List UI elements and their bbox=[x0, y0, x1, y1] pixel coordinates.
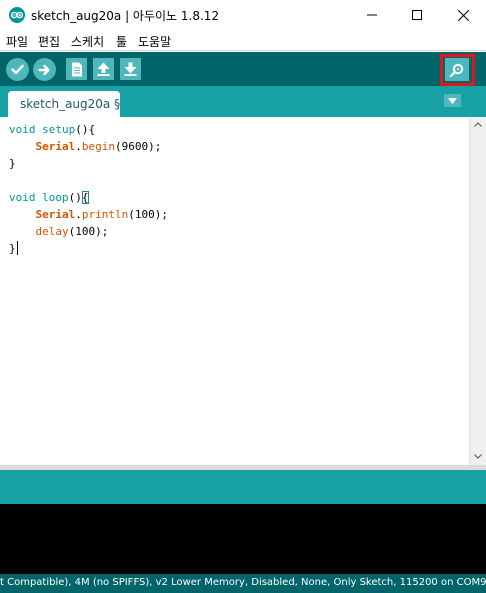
arduino-logo-icon bbox=[9, 7, 25, 23]
code-function: delay bbox=[35, 225, 69, 238]
code-line-3: } bbox=[9, 155, 16, 172]
new-sketch-button[interactable] bbox=[66, 58, 87, 80]
serial-monitor-button[interactable] bbox=[445, 58, 469, 81]
console-output[interactable] bbox=[0, 504, 486, 574]
minimize-button[interactable] bbox=[349, 0, 395, 30]
menu-edit[interactable]: 편집 bbox=[38, 33, 60, 50]
code-text: . bbox=[75, 208, 82, 221]
minimize-icon bbox=[367, 14, 377, 16]
code-text: (9600); bbox=[115, 140, 162, 153]
code-text: . bbox=[75, 140, 82, 153]
menu-tools[interactable]: 툴 bbox=[116, 33, 127, 50]
upload-button[interactable] bbox=[33, 58, 56, 81]
down-arrow-icon bbox=[124, 62, 137, 76]
code-class: Serial bbox=[35, 140, 76, 153]
tab-menu-button[interactable] bbox=[444, 94, 461, 107]
title-bar: sketch_aug20a | 아두이노 1.8.12 bbox=[0, 0, 486, 30]
code-function: println bbox=[81, 208, 129, 221]
code-line-8: } bbox=[9, 240, 18, 257]
code-editor[interactable]: void setup(){ Serial.begin(9600); } void… bbox=[0, 117, 470, 465]
right-arrow-icon bbox=[38, 64, 50, 75]
code-text: () bbox=[68, 191, 82, 204]
code-keyword: void bbox=[9, 123, 36, 136]
board-config-text: t Compatible), 4M (no SPIFFS), v2 Lower … bbox=[0, 577, 486, 588]
code-line-6: Serial.println(100); bbox=[9, 206, 168, 223]
message-area bbox=[0, 470, 486, 504]
maximize-button[interactable] bbox=[394, 0, 440, 30]
window-title: sketch_aug20a | 아두이노 1.8.12 bbox=[31, 9, 220, 23]
triangle-down-icon bbox=[448, 97, 457, 104]
maximize-icon bbox=[412, 10, 422, 20]
code-class: Serial bbox=[35, 208, 76, 221]
code-line-5: void loop(){ bbox=[9, 189, 89, 206]
tab-sketch[interactable]: sketch_aug20a § bbox=[8, 91, 120, 117]
text-caret bbox=[16, 241, 18, 255]
code-text: } bbox=[9, 157, 16, 170]
menu-file[interactable]: 파일 bbox=[6, 33, 28, 50]
code-keyword: void bbox=[9, 191, 36, 204]
toolbar bbox=[0, 52, 486, 86]
code-line-2: Serial.begin(9600); bbox=[9, 138, 162, 155]
tab-bar: sketch_aug20a § bbox=[0, 86, 486, 117]
code-text: (100); bbox=[68, 225, 109, 238]
menu-sketch[interactable]: 스케치 bbox=[71, 33, 104, 50]
code-text: (100); bbox=[128, 208, 168, 221]
code-function: loop bbox=[42, 191, 69, 204]
code-line-7: delay(100); bbox=[9, 223, 109, 240]
code-text: } bbox=[9, 242, 16, 255]
verify-button[interactable] bbox=[6, 58, 29, 81]
menu-help[interactable]: 도움말 bbox=[138, 33, 171, 50]
up-arrow-icon bbox=[97, 62, 110, 76]
document-icon bbox=[71, 62, 82, 76]
save-button[interactable] bbox=[120, 58, 141, 80]
code-function: setup bbox=[42, 123, 76, 136]
vertical-scrollbar[interactable] bbox=[469, 117, 486, 465]
tab-label: sketch_aug20a § bbox=[20, 97, 121, 111]
code-line-1: void setup(){ bbox=[9, 121, 95, 138]
code-function: begin bbox=[81, 140, 115, 153]
open-button[interactable] bbox=[93, 58, 114, 80]
matched-bracket: { bbox=[81, 191, 89, 204]
close-icon bbox=[457, 9, 469, 21]
scroll-down-icon[interactable] bbox=[474, 454, 482, 459]
code-text: (){ bbox=[75, 123, 96, 136]
checkmark-icon bbox=[11, 64, 24, 75]
close-button[interactable] bbox=[440, 0, 486, 30]
menu-bar: 파일 편집 스케치 툴 도움말 bbox=[0, 30, 486, 51]
magnifier-icon bbox=[449, 63, 464, 77]
status-bar: t Compatible), 4M (no SPIFFS), v2 Lower … bbox=[0, 574, 486, 593]
scroll-up-icon[interactable] bbox=[474, 122, 482, 127]
